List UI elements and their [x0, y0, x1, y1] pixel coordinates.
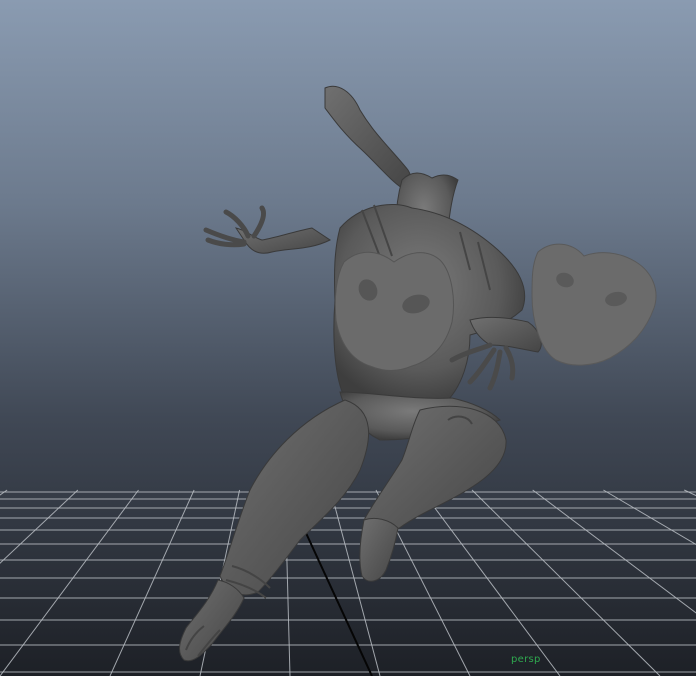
mask-icon[interactable] — [0, 0, 696, 676]
camera-label: persp — [511, 654, 541, 665]
maya-perspective-viewport[interactable]: persp — [0, 0, 696, 676]
